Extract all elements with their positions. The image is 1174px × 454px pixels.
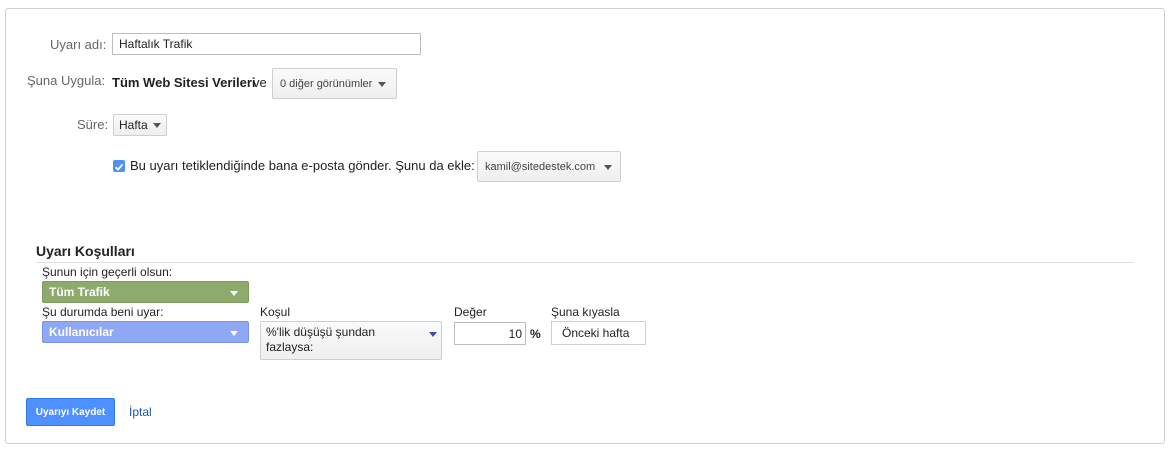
percent-sign: % [530, 327, 541, 341]
other-views-label: 0 diğer görünümler [280, 77, 373, 90]
email-recipient-value: kamil@sitedestek.com [485, 160, 596, 173]
alert-name-input[interactable] [112, 33, 421, 55]
alert-me-value: Kullanıcılar [49, 325, 114, 339]
condition-label: Koşul [260, 305, 291, 319]
chevron-down-icon [429, 332, 437, 337]
email-option-text: Bu uyarı tetiklendiğinde bana e-posta gö… [130, 158, 475, 173]
alert-me-label: Şu durumda beni uyar: [42, 305, 164, 319]
check-icon [114, 163, 124, 171]
value-label: Değer [454, 305, 487, 319]
email-checkbox[interactable] [113, 160, 125, 172]
compare-period-field[interactable]: Önceki hafta [551, 321, 646, 345]
applies-to-value: Tüm Trafik [49, 285, 110, 299]
chevron-down-icon [153, 123, 161, 128]
apply-to-and: ve [253, 75, 267, 90]
alert-form-panel: Uyarı adı: Şuna Uygula: Tüm Web Sitesi V… [5, 8, 1165, 444]
conditions-title: Uyarı Koşulları [36, 243, 135, 259]
chevron-down-icon [230, 291, 238, 296]
applies-to-dropdown[interactable]: Tüm Trafik [42, 281, 249, 303]
applies-to-label: Şunun için geçerli olsun: [42, 265, 173, 279]
apply-to-label: Şuna Uygula: [27, 73, 106, 88]
period-label: Süre: [77, 117, 109, 132]
compare-label: Şuna kıyasla [551, 305, 620, 319]
email-recipient-dropdown[interactable]: kamil@sitedestek.com [477, 151, 621, 182]
save-alert-label: Uyarıyı Kaydet [35, 406, 106, 418]
other-views-dropdown[interactable]: 0 diğer görünümler [272, 68, 397, 99]
section-divider [36, 262, 1134, 263]
chevron-down-icon [604, 165, 612, 170]
period-value: Hafta [119, 118, 148, 132]
cancel-link[interactable]: İptal [129, 405, 152, 419]
period-dropdown[interactable]: Hafta [113, 114, 167, 136]
compare-period-value: Önceki hafta [562, 326, 630, 340]
condition-dropdown[interactable]: %'lik düşüşü şundan fazlaysa: [260, 321, 442, 360]
apply-to-view: Tüm Web Sitesi Verileri [112, 75, 256, 90]
chevron-down-icon [378, 82, 386, 87]
chevron-down-icon [230, 331, 238, 336]
condition-value: %'lik düşüşü şundan fazlaysa: [266, 325, 376, 354]
alert-me-dropdown[interactable]: Kullanıcılar [42, 321, 249, 343]
save-alert-button[interactable]: Uyarıyı Kaydet [26, 398, 115, 426]
alert-name-label: Uyarı adı: [50, 37, 107, 52]
threshold-input[interactable] [454, 322, 526, 345]
